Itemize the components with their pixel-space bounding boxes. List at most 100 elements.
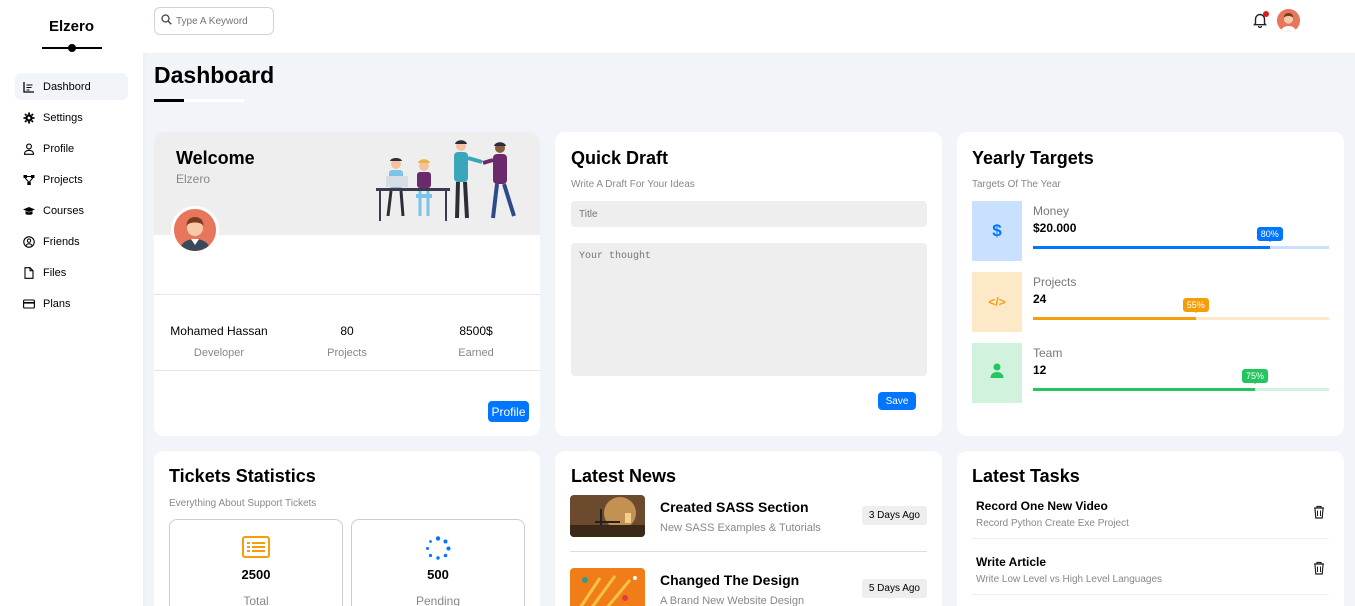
yearly-targets-title: Yearly Targets	[972, 148, 1094, 168]
progress-badge: 75%	[1241, 369, 1269, 384]
sidebar-item-label: Plans	[43, 297, 71, 310]
sidebar-item-label: Settings	[43, 111, 83, 124]
progress-fill	[1033, 388, 1255, 391]
sidebar-item-courses[interactable]: Courses	[15, 197, 128, 224]
welcome-title: Welcome	[176, 148, 255, 168]
sidebar-item-dashboard[interactable]: Dashbord	[15, 73, 128, 100]
news-item[interactable]: Created SASS Section New SASS Examples &…	[570, 495, 927, 550]
divider	[154, 370, 540, 371]
dollar-icon: $	[992, 221, 1002, 240]
sidebar-item-projects[interactable]: Projects	[15, 166, 128, 193]
task-item: Write Article Write Low Level vs High Le…	[972, 555, 1329, 595]
sidebar-item-label: Profile	[43, 142, 75, 155]
team-illustration	[376, 140, 516, 221]
sidebar-item-label: Friends	[43, 235, 80, 248]
target-icon-box	[972, 343, 1022, 403]
target-icon-box: $	[972, 201, 1022, 261]
user-name: Mohamed Hassan	[170, 324, 268, 338]
projects-value: 80	[340, 324, 354, 338]
user-circle-icon	[23, 235, 35, 248]
tickets-subtitle: Everything About Support Tickets	[169, 498, 317, 509]
user-icon	[990, 363, 1004, 383]
news-desc: A Brand New Website Design	[660, 595, 805, 606]
user-role: Developer	[193, 347, 245, 359]
sidebar: Elzero Dashbord Settings Profile Project…	[0, 0, 143, 606]
sidebar-item-friends[interactable]: Friends	[15, 228, 128, 255]
trash-icon[interactable]	[1313, 561, 1325, 575]
welcome-name-stat: Mohamed Hassan Developer	[154, 324, 284, 359]
latest-tasks-card: Latest Tasks Record One New Video Record…	[957, 451, 1344, 606]
save-button[interactable]: Save	[878, 392, 916, 410]
progress-badge: 80%	[1256, 227, 1283, 242]
target-team: Team 12 75%	[972, 343, 1329, 403]
search-input[interactable]	[176, 15, 266, 27]
page-title: Dashboard	[154, 62, 275, 88]
earned-label: Earned	[458, 347, 494, 359]
welcome-earned-stat: 8500$ Earned	[411, 324, 540, 359]
progress-track: 55%	[1033, 298, 1329, 320]
news-date: 3 Days Ago	[861, 506, 927, 525]
sidebar-item-settings[interactable]: Settings	[15, 104, 128, 131]
task-title: Write Article	[976, 555, 1047, 569]
target-name: Team	[1033, 346, 1063, 360]
ticket-value: 500	[427, 567, 449, 582]
divider	[570, 551, 927, 552]
gear-icon	[23, 112, 35, 124]
task-title: Record One New Video	[976, 499, 1108, 513]
news-item[interactable]: Changed The Design A Brand New Website D…	[570, 568, 927, 606]
code-icon: </>	[988, 295, 1006, 309]
welcome-avatar	[171, 206, 219, 254]
news-date: 5 Days Ago	[861, 579, 927, 598]
news-thumbnail	[570, 495, 645, 537]
latest-news-title: Latest News	[571, 466, 677, 486]
welcome-projects-stat: 80 Projects	[282, 324, 412, 359]
search-icon	[161, 12, 172, 30]
spinner-icon	[424, 536, 452, 560]
search-box[interactable]	[154, 7, 274, 35]
sidebar-item-profile[interactable]: Profile	[15, 135, 128, 162]
target-value: 24	[1033, 292, 1047, 306]
progress-track: 80%	[1033, 227, 1329, 249]
progress-fill	[1033, 246, 1270, 249]
divider	[154, 294, 540, 295]
title-underline	[154, 99, 244, 102]
target-value: $20.000	[1033, 221, 1077, 235]
task-desc: Record Python Create Exe Project	[976, 518, 1129, 529]
brand-decoration	[41, 43, 102, 53]
notification-bell-icon[interactable]	[1252, 11, 1269, 29]
sidebar-item-label: Courses	[43, 204, 84, 217]
draft-thought-textarea[interactable]	[571, 243, 927, 376]
news-title: Created SASS Section	[660, 499, 809, 515]
quick-draft-card: Quick Draft Write A Draft For Your Ideas…	[555, 132, 942, 436]
task-desc: Write Low Level vs High Level Languages	[976, 574, 1163, 585]
trash-icon[interactable]	[1313, 505, 1325, 519]
tickets-card: Tickets Statistics Everything About Supp…	[154, 451, 540, 606]
chart-line-icon	[23, 81, 35, 93]
file-icon	[23, 266, 35, 279]
sidebar-item-files[interactable]: Files	[15, 259, 128, 286]
target-name: Projects	[1033, 275, 1077, 289]
sidebar-item-label: Dashbord	[43, 80, 91, 93]
notification-dot	[1263, 11, 1269, 17]
draft-title-input[interactable]	[571, 201, 927, 227]
sidebar-nav: Dashbord Settings Profile Projects Cours…	[0, 73, 143, 317]
top-header	[143, 0, 1355, 53]
target-money: $ Money $20.000 80%	[972, 201, 1329, 261]
sidebar-item-plans[interactable]: Plans	[15, 290, 128, 317]
sidebar-item-label: Files	[43, 266, 67, 279]
latest-news-card: Latest News Created SASS Section New SAS…	[555, 451, 942, 606]
news-desc: New SASS Examples & Tutorials	[660, 522, 821, 534]
projects-label: Projects	[327, 347, 367, 359]
yearly-targets-card: Yearly Targets Targets Of The Year $ Mon…	[957, 132, 1344, 436]
target-name: Money	[1033, 204, 1070, 218]
graduation-cap-icon	[23, 205, 35, 217]
list-icon	[242, 536, 270, 558]
progress-fill	[1033, 317, 1196, 320]
user-avatar[interactable]	[1277, 9, 1300, 32]
target-value: 12	[1033, 363, 1047, 377]
profile-button[interactable]: Profile	[488, 401, 529, 422]
progress-badge: 55%	[1182, 298, 1209, 313]
welcome-subtitle: Elzero	[176, 172, 211, 186]
ticket-label: Total	[243, 594, 269, 606]
yearly-targets-subtitle: Targets Of The Year	[972, 179, 1061, 190]
